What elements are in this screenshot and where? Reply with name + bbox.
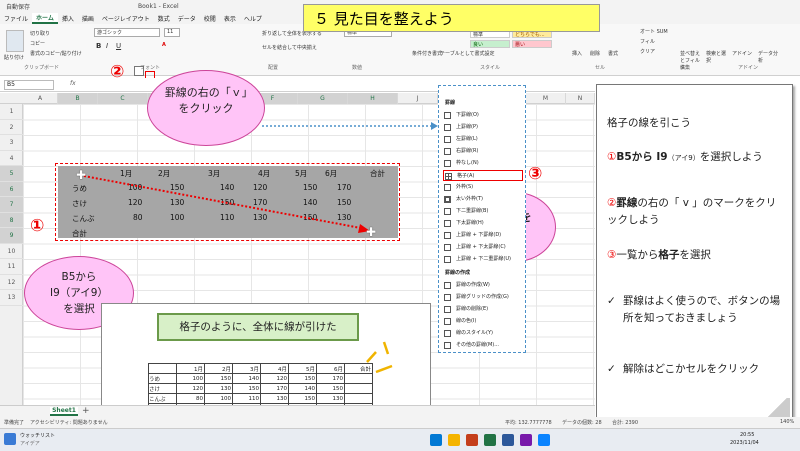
sheet-tab-bar: Sheet1 + <box>0 405 595 417</box>
eraser-icon <box>444 306 451 313</box>
panel-note-2: ✓ 解除はどこかセルをクリック <box>607 361 785 378</box>
no-border-icon <box>444 160 451 167</box>
onenote-icon[interactable] <box>520 434 532 446</box>
lesson-heading: ５ 見た目を整えよう <box>303 4 600 32</box>
add-sheet-icon[interactable]: + <box>82 406 90 416</box>
dropdown-title: 罫線 <box>445 100 456 106</box>
widget-sublabel: アイデア <box>20 441 40 447</box>
panel-step-2: ②罫線の右の「 v 」のマークをクリックしよう <box>607 197 777 226</box>
menu-item-top-double-bottom[interactable]: 上罫線 + 下二重罫線(U) <box>443 254 523 265</box>
menu-item-all-borders[interactable]: 格子(A) <box>443 170 523 181</box>
menu-item-right-border[interactable]: 右罫線(R) <box>443 146 523 157</box>
check-icon: ✓ <box>607 363 616 375</box>
cursor-end-icon: ✚ <box>366 225 377 239</box>
status-bar: 準備完了 アクセシビリティ: 問題ありません 平均: 132.7777778 デ… <box>0 417 800 428</box>
file-explorer-icon[interactable] <box>448 434 460 446</box>
line-style-icon <box>444 330 451 337</box>
edge-icon[interactable] <box>538 434 550 446</box>
grid-pencil-icon <box>444 294 451 301</box>
menu-item-draw-border[interactable]: 罫線の作成(W) <box>443 280 523 291</box>
menu-item-draw-grid[interactable]: 罫線グリッドの作成(G) <box>443 292 523 303</box>
all-borders-icon <box>445 173 452 180</box>
menu-item-bottom-border[interactable]: 下罫線(O) <box>443 110 523 121</box>
menu-item-top-border[interactable]: 上罫線(P) <box>443 122 523 133</box>
menu-item-no-border[interactable]: 枠なし(N) <box>443 158 523 169</box>
status-count: データの個数: 28 <box>562 420 602 426</box>
result-caption: 格子のように、全体に線が引けた <box>157 313 359 341</box>
weather-icon[interactable] <box>4 433 16 445</box>
widget-label[interactable]: ウォッチリスト <box>20 432 55 439</box>
panel-step-1: ①B5から I9（アイ9）を選択しよう <box>607 151 763 163</box>
menu-item-line-color[interactable]: 線の色(I) <box>443 316 523 327</box>
cursor-start-icon: ✚ <box>76 168 87 182</box>
top-thick-bottom-icon <box>444 244 451 251</box>
outside-border-icon <box>444 184 451 191</box>
menu-item-top-thick-bottom[interactable]: 上罫線 + 下太罫線(C) <box>443 242 523 253</box>
right-border-icon <box>444 148 451 155</box>
windows-start-icon[interactable] <box>430 434 442 446</box>
panel-step-3: ③一覧から格子を選択 <box>607 249 711 261</box>
bubble-1-line1: B5から <box>61 271 97 283</box>
bubble-2-text: 罫線の右の「ｖ」をクリック <box>164 86 248 115</box>
border-dropdown-menu: 罫線 下罫線(O) 上罫線(P) 左罫線(L) 右罫線(R) 枠なし(N) 格子… <box>438 85 526 353</box>
sparkle-icon <box>366 341 393 374</box>
double-bottom-icon <box>444 208 451 215</box>
excel-icon[interactable] <box>484 434 496 446</box>
clock-date[interactable]: 2023/11/04 <box>730 440 759 446</box>
bottom-border-icon <box>444 112 451 119</box>
top-bottom-icon <box>444 232 451 239</box>
thick-bottom-icon <box>444 220 451 227</box>
menu-item-more-borders[interactable]: その他の罫線(M)... <box>443 340 523 351</box>
powerpoint-icon[interactable] <box>466 434 478 446</box>
taskbar: ウォッチリスト アイデア 20:55 2023/11/04 <box>0 428 800 451</box>
clock-time[interactable]: 20:55 <box>740 432 754 438</box>
dropdown-section-draw: 罫線の作成 <box>445 270 471 276</box>
accessibility-status[interactable]: アクセシビリティ: 問題ありません <box>30 419 108 426</box>
top-border-icon <box>444 124 451 131</box>
more-borders-icon <box>444 342 451 349</box>
pencil-icon <box>444 282 451 289</box>
zoom-level[interactable]: 140% <box>780 419 794 425</box>
status-ready: 準備完了 <box>4 420 25 426</box>
step-number-3: ③ <box>528 164 543 184</box>
left-border-icon <box>444 136 451 143</box>
menu-item-outside-border[interactable]: 外枠(S) <box>443 182 523 193</box>
menu-item-line-style[interactable]: 線のスタイル(Y) <box>443 328 523 339</box>
thick-border-icon <box>444 196 451 203</box>
menu-item-erase-border[interactable]: 罫線の削除(E) <box>443 304 523 315</box>
bubble-1-line2: I9（アイ9） <box>50 287 108 299</box>
menu-item-top-bottom[interactable]: 上罫線 + 下罫線(D) <box>443 230 523 241</box>
menu-item-double-bottom[interactable]: 下二重罫線(B) <box>443 206 523 217</box>
instruction-bubble-2: 罫線の右の「ｖ」をクリック <box>147 70 265 146</box>
word-icon[interactable] <box>502 434 514 446</box>
top-double-bottom-icon <box>444 256 451 263</box>
instruction-panel: 格子の線を引こう ①B5から I9（アイ9）を選択しよう ②罫線の右の「 v 」… <box>596 84 793 422</box>
menu-item-thick-bottom[interactable]: 下太罫線(H) <box>443 218 523 229</box>
status-sum: 合計: 2390 <box>612 420 638 426</box>
panel-note-1: ✓ 罫線はよく使うので、ボタンの場所を知っておきましょう <box>607 295 781 324</box>
status-average: 平均: 132.7777778 <box>505 420 552 426</box>
step-number-1: ① <box>30 216 45 236</box>
menu-item-thick-outside[interactable]: 太い外枠(T) <box>443 194 523 205</box>
line-color-icon <box>444 318 451 325</box>
menu-item-left-border[interactable]: 左罫線(L) <box>443 134 523 145</box>
panel-line-1: 格子の線を引こう <box>607 117 691 129</box>
check-icon: ✓ <box>607 295 616 307</box>
sheet-tab[interactable]: Sheet1 <box>50 407 78 416</box>
step-number-2: ② <box>110 62 125 82</box>
